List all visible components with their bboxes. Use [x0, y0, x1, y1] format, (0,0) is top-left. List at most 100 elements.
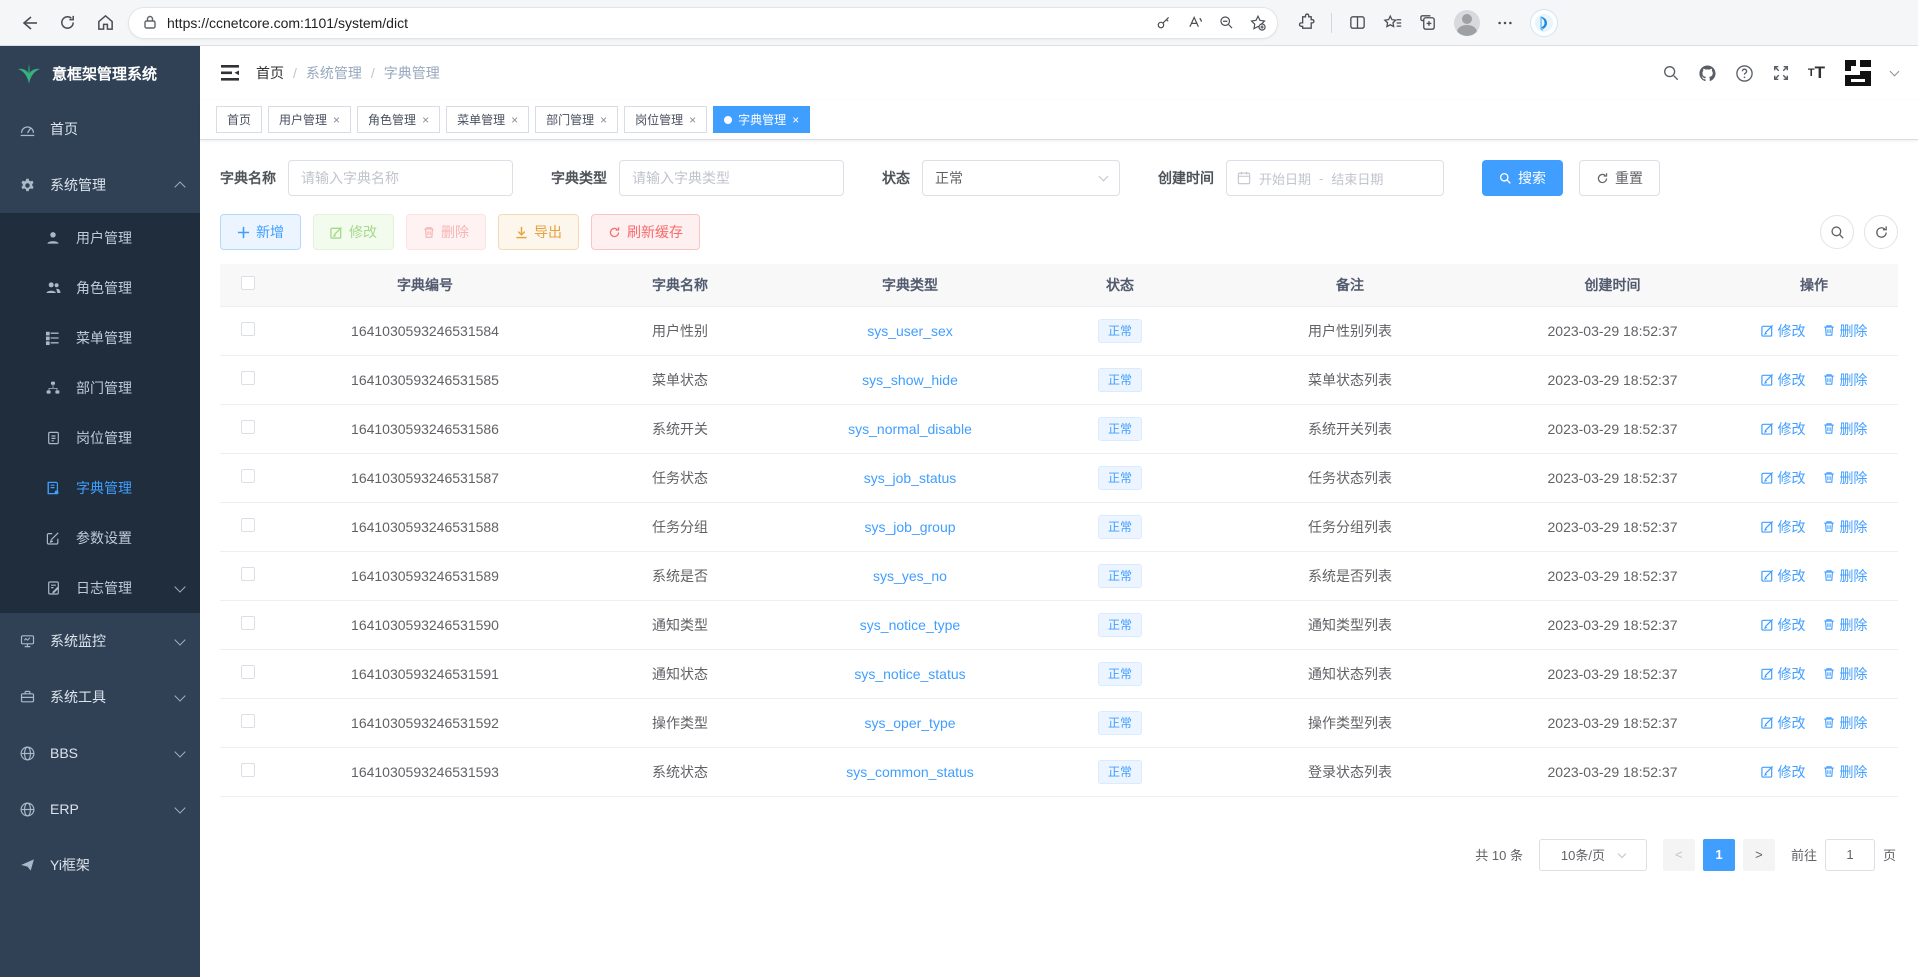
- row-edit-button[interactable]: 修改: [1761, 762, 1806, 782]
- dict-type-link[interactable]: sys_notice_type: [860, 617, 960, 633]
- row-edit-button[interactable]: 修改: [1761, 664, 1806, 684]
- dict-type-input[interactable]: [619, 160, 844, 196]
- breadcrumb-system[interactable]: 系统管理: [306, 63, 362, 83]
- fullscreen-icon[interactable]: [1772, 64, 1790, 82]
- breadcrumb-home[interactable]: 首页: [256, 63, 284, 83]
- row-edit-button[interactable]: 修改: [1761, 517, 1806, 537]
- row-delete-button[interactable]: 删除: [1823, 468, 1867, 488]
- close-icon[interactable]: ×: [333, 113, 340, 127]
- tab-users[interactable]: 用户管理×: [268, 106, 351, 133]
- chevron-down-icon[interactable]: [1890, 66, 1900, 76]
- tab-home[interactable]: 首页: [216, 106, 262, 133]
- dict-type-link[interactable]: sys_oper_type: [864, 715, 955, 731]
- address-bar[interactable]: https://ccnetcore.com:1101/system/dict: [128, 7, 1278, 39]
- dict-type-link[interactable]: sys_normal_disable: [848, 421, 972, 437]
- sidebar-item-bbs[interactable]: BBS: [0, 725, 200, 781]
- more-icon[interactable]: [1496, 14, 1514, 32]
- dict-type-link[interactable]: sys_show_hide: [862, 372, 958, 388]
- status-select[interactable]: 正常: [922, 160, 1120, 196]
- sidebar-item-logs[interactable]: 日志管理: [0, 563, 200, 613]
- dict-type-link[interactable]: sys_job_group: [864, 519, 955, 535]
- tab-menus[interactable]: 菜单管理×: [446, 106, 529, 133]
- split-screen-icon[interactable]: [1348, 13, 1367, 32]
- copilot-icon[interactable]: [1530, 9, 1558, 37]
- export-button[interactable]: 导出: [498, 214, 579, 250]
- sidebar-item-depts[interactable]: 部门管理: [0, 363, 200, 413]
- help-icon[interactable]: [1735, 64, 1754, 83]
- sidebar-item-monitor[interactable]: 系统监控: [0, 613, 200, 669]
- close-icon[interactable]: ×: [600, 113, 607, 127]
- tab-dict[interactable]: 字典管理×: [713, 106, 810, 133]
- show-search-toggle-button[interactable]: [1820, 215, 1854, 249]
- favorites-icon[interactable]: [1383, 13, 1403, 32]
- row-edit-button[interactable]: 修改: [1761, 419, 1806, 439]
- row-edit-button[interactable]: 修改: [1761, 713, 1806, 733]
- text-size-icon[interactable]: TT: [1808, 63, 1825, 83]
- refresh-table-button[interactable]: [1864, 215, 1898, 249]
- url-text[interactable]: https://ccnetcore.com:1101/system/dict: [167, 15, 1145, 31]
- prev-page-button[interactable]: <: [1663, 839, 1695, 871]
- extensions-icon[interactable]: [1296, 13, 1315, 32]
- row-edit-button[interactable]: 修改: [1761, 370, 1806, 390]
- sidebar-item-yi-framework[interactable]: Yi框架: [0, 837, 200, 893]
- next-page-button[interactable]: >: [1743, 839, 1775, 871]
- github-icon[interactable]: [1698, 64, 1717, 83]
- row-edit-button[interactable]: 修改: [1761, 566, 1806, 586]
- row-checkbox[interactable]: [241, 714, 255, 728]
- close-icon[interactable]: ×: [792, 113, 799, 127]
- yi-logo[interactable]: [1843, 58, 1873, 88]
- search-button[interactable]: 搜索: [1482, 160, 1563, 196]
- dict-type-link[interactable]: sys_yes_no: [873, 568, 947, 584]
- close-icon[interactable]: ×: [422, 113, 429, 127]
- row-checkbox[interactable]: [241, 567, 255, 581]
- sidebar-item-dict[interactable]: 字典管理: [0, 463, 200, 513]
- row-edit-button[interactable]: 修改: [1761, 468, 1806, 488]
- row-delete-button[interactable]: 删除: [1823, 321, 1867, 341]
- sidebar-item-params[interactable]: 参数设置: [0, 513, 200, 563]
- row-delete-button[interactable]: 删除: [1823, 419, 1867, 439]
- read-aloud-icon[interactable]: [1186, 14, 1204, 31]
- row-checkbox[interactable]: [241, 420, 255, 434]
- close-icon[interactable]: ×: [511, 113, 518, 127]
- zoom-out-icon[interactable]: [1218, 14, 1235, 31]
- row-delete-button[interactable]: 删除: [1823, 762, 1867, 782]
- row-delete-button[interactable]: 删除: [1823, 664, 1867, 684]
- row-checkbox[interactable]: [241, 322, 255, 336]
- row-checkbox[interactable]: [241, 665, 255, 679]
- page-1-button[interactable]: 1: [1703, 839, 1735, 871]
- row-delete-button[interactable]: 删除: [1823, 517, 1867, 537]
- row-delete-button[interactable]: 删除: [1823, 615, 1867, 635]
- dict-name-input[interactable]: [288, 160, 513, 196]
- add-button[interactable]: 新增: [220, 214, 301, 250]
- row-delete-button[interactable]: 删除: [1823, 566, 1867, 586]
- row-checkbox[interactable]: [241, 763, 255, 777]
- sidebar-item-home[interactable]: 首页: [0, 101, 200, 157]
- refresh-cache-button[interactable]: 刷新缓存: [591, 214, 700, 250]
- row-checkbox[interactable]: [241, 616, 255, 630]
- sidebar-item-posts[interactable]: 岗位管理: [0, 413, 200, 463]
- row-delete-button[interactable]: 删除: [1823, 713, 1867, 733]
- row-checkbox[interactable]: [241, 518, 255, 532]
- collections-icon[interactable]: [1419, 13, 1438, 32]
- profile-avatar[interactable]: [1454, 10, 1480, 36]
- tab-posts[interactable]: 岗位管理×: [624, 106, 707, 133]
- date-range-picker[interactable]: 开始日期 - 结束日期: [1226, 160, 1444, 196]
- goto-page-input[interactable]: [1825, 839, 1875, 871]
- password-key-icon[interactable]: [1155, 14, 1172, 31]
- sidebar-item-users[interactable]: 用户管理: [0, 213, 200, 263]
- sidebar-item-menus[interactable]: 菜单管理: [0, 313, 200, 363]
- dict-type-link[interactable]: sys_common_status: [846, 764, 974, 780]
- sidebar-item-system[interactable]: 系统管理: [0, 157, 200, 213]
- collapse-sidebar-icon[interactable]: [220, 64, 240, 82]
- page-size-select[interactable]: 10条/页: [1539, 839, 1647, 871]
- browser-home-button[interactable]: [90, 8, 120, 38]
- dict-type-link[interactable]: sys_user_sex: [867, 323, 953, 339]
- dict-type-link[interactable]: sys_notice_status: [854, 666, 965, 682]
- row-edit-button[interactable]: 修改: [1761, 615, 1806, 635]
- row-delete-button[interactable]: 删除: [1823, 370, 1867, 390]
- row-edit-button[interactable]: 修改: [1761, 321, 1806, 341]
- browser-back-button[interactable]: [14, 8, 44, 38]
- sidebar-item-tools[interactable]: 系统工具: [0, 669, 200, 725]
- select-all-checkbox[interactable]: [241, 276, 255, 290]
- sidebar-item-roles[interactable]: 角色管理: [0, 263, 200, 313]
